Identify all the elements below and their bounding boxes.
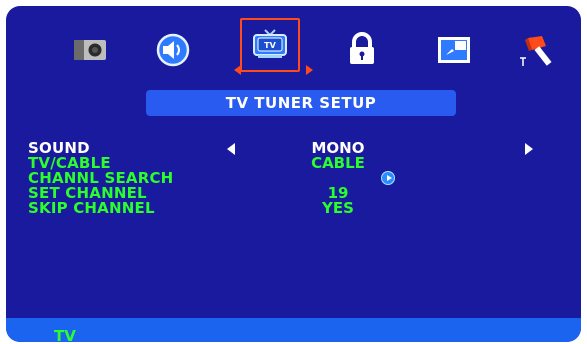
tv-icon[interactable]: TV: [248, 22, 292, 66]
page-title: TV TUNER SETUP: [146, 90, 456, 116]
speaker-icon[interactable]: [151, 28, 195, 72]
tab-next-arrow[interactable]: [306, 65, 313, 75]
play-icon[interactable]: [381, 171, 395, 185]
screen-icon[interactable]: [432, 28, 476, 72]
lock-icon[interactable]: [340, 28, 384, 72]
hammer-icon[interactable]: [516, 28, 560, 72]
menu-value-skip-channel: YES: [322, 199, 354, 217]
camera-icon[interactable]: [68, 28, 112, 72]
tv-icon-label: TV: [264, 41, 276, 50]
footer-bar: TV: [6, 318, 581, 342]
menu-label-skip-channel: SKIP CHANNEL: [28, 199, 155, 217]
left-arrow-icon[interactable]: [227, 143, 235, 155]
right-arrow-icon[interactable]: [525, 143, 533, 155]
menu-value-tv-cable: CABLE: [311, 154, 365, 172]
footer-label: TV: [54, 327, 76, 342]
tuner-menu: SOUND MONO TV/CABLE CABLE CHANNL SEARCH …: [28, 141, 568, 216]
osd-screen: TV TV TUNER SETUP SOUND MONO TV/CABLE CA…: [6, 6, 581, 342]
tab-prev-arrow[interactable]: [234, 65, 241, 75]
menu-row-skip-channel[interactable]: SKIP CHANNEL YES: [28, 201, 568, 216]
